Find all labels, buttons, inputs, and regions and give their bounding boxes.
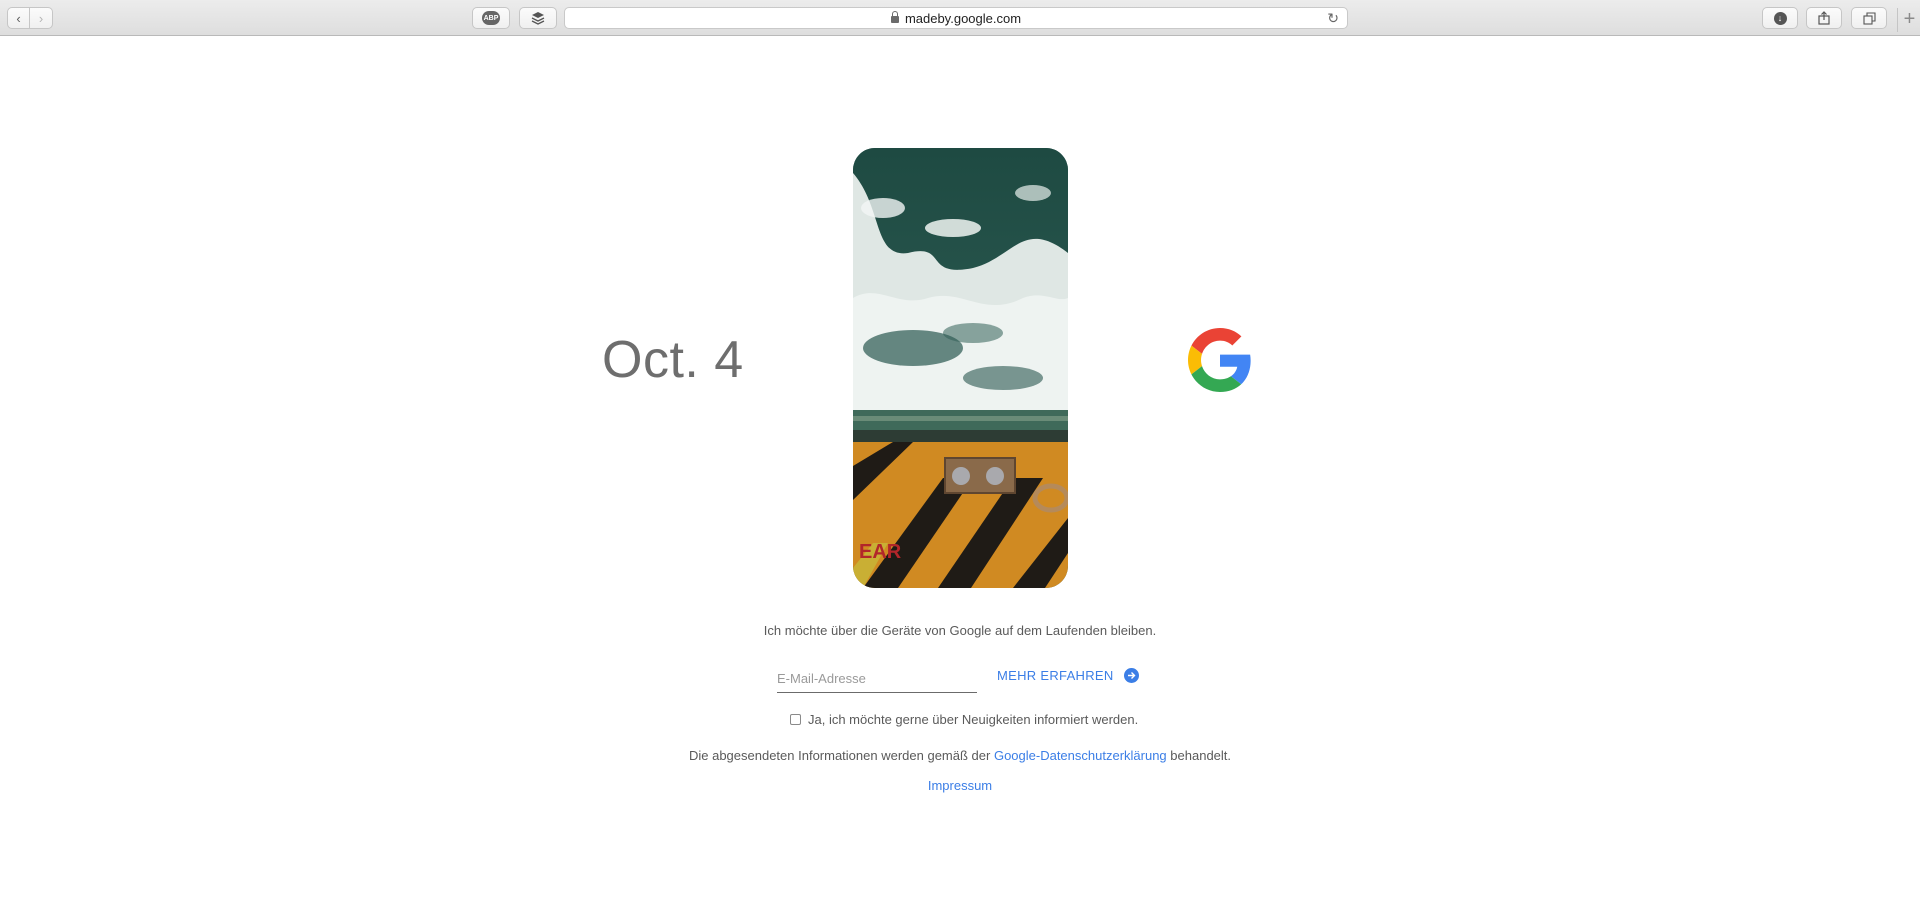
- back-icon: ‹: [16, 10, 21, 26]
- impressum-row: Impressum: [0, 778, 1920, 793]
- layers-icon: [531, 12, 545, 25]
- layers-button[interactable]: [519, 7, 557, 29]
- lock-icon: [890, 10, 899, 23]
- show-tabs-button[interactable]: [1851, 7, 1887, 29]
- new-tab-button[interactable]: +: [1897, 8, 1920, 32]
- share-button[interactable]: [1806, 7, 1842, 29]
- share-icon: [1818, 11, 1830, 25]
- signup-prompt: Ich möchte über die Geräte von Google au…: [763, 623, 1157, 638]
- reload-icon[interactable]: ↻: [1327, 10, 1339, 27]
- phone-hero-image: EAR: [853, 148, 1068, 588]
- forward-button[interactable]: ›: [30, 7, 53, 29]
- adblock-icon: ABP: [482, 11, 500, 25]
- arrow-right-icon: [1123, 668, 1139, 683]
- ocean-deck-photo: EAR: [853, 148, 1068, 588]
- browser-toolbar: ‹ › ABP madeby.google.com ↻ ↓ +: [0, 0, 1920, 36]
- deck-letters: EAR: [859, 541, 902, 563]
- newsletter-consent: Ja, ich möchte gerne über Neuigkeiten in…: [790, 712, 1138, 727]
- privacy-notice: Die abgesendeten Informationen werden ge…: [0, 748, 1920, 763]
- newsletter-checkbox-label: Ja, ich möchte gerne über Neuigkeiten in…: [808, 712, 1139, 727]
- email-field[interactable]: [777, 664, 977, 693]
- tabs-icon: [1862, 11, 1876, 25]
- privacy-suffix: behandelt.: [1170, 748, 1232, 763]
- privacy-policy-link[interactable]: Google-Datenschutzerklärung: [994, 748, 1167, 763]
- downloads-button[interactable]: ↓: [1762, 7, 1798, 29]
- impressum-link[interactable]: Impressum: [928, 778, 992, 793]
- url-text: madeby.google.com: [904, 10, 1022, 26]
- learn-more-label: MEHR ERFAHREN: [997, 668, 1114, 683]
- new-tab-icon: +: [1903, 8, 1916, 30]
- back-button[interactable]: ‹: [7, 7, 30, 29]
- download-icon: ↓: [1773, 11, 1787, 25]
- learn-more-button[interactable]: MEHR ERFAHREN: [997, 668, 1139, 683]
- adblock-button[interactable]: ABP: [472, 7, 510, 29]
- address-bar[interactable]: madeby.google.com ↻: [564, 7, 1348, 29]
- launch-date: Oct. 4: [602, 331, 744, 389]
- google-g-logo: [1188, 328, 1251, 392]
- newsletter-checkbox[interactable]: [790, 714, 801, 725]
- privacy-prefix: Die abgesendeten Informationen werden ge…: [688, 748, 991, 763]
- forward-icon: ›: [38, 10, 44, 26]
